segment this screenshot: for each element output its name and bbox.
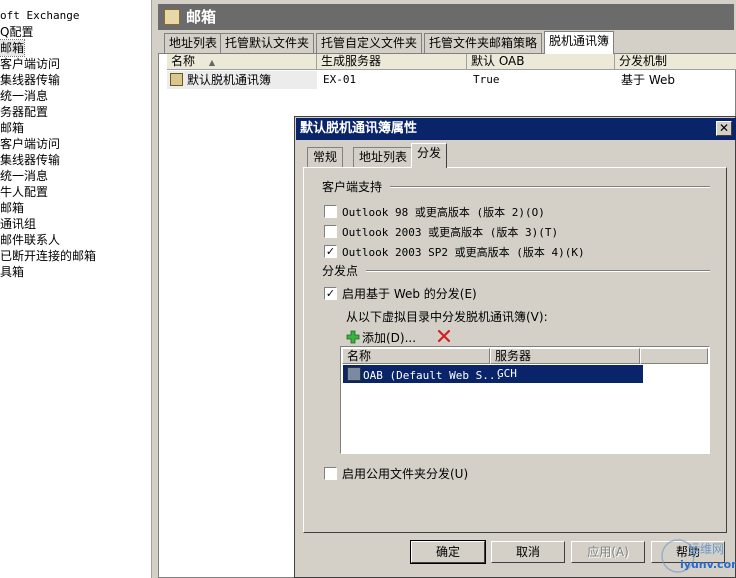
- site-watermark: 运维网 iyunv.com: [660, 534, 736, 578]
- sort-ascending-icon: ▲: [208, 58, 215, 67]
- tree-item[interactable]: 客户端访问: [0, 56, 60, 72]
- tab-address-list[interactable]: 地址列表: [353, 147, 414, 167]
- tab-offline-address-book[interactable]: 脱机通讯簿: [544, 31, 615, 54]
- column-header-server[interactable]: 生成服务器: [317, 54, 467, 70]
- public-folder-label: 启用公用文件夹分发(U): [342, 467, 469, 481]
- list-item-name: OAB (Default Web S...: [363, 369, 503, 382]
- remove-icon[interactable]: [436, 328, 452, 344]
- oab-properties-dialog: 默认脱机通讯簿属性 ✕ 常规 地址列表 分发 客户端支持 Outlook 98 …: [294, 116, 736, 578]
- distribution-panel: 客户端支持 Outlook 98 或更高版本 (版本 2)(O) Outlook…: [303, 167, 727, 533]
- column-name-label: 名称: [171, 54, 196, 68]
- tree-item[interactable]: 通讯组: [0, 216, 36, 232]
- navigation-tree: oft Exchange Q配置 邮箱 客户端访问 集线器传输 统一消息 务器配置 邮箱 客户端…: [0, 0, 152, 578]
- web-distribution-label: 启用基于 Web 的分发(E): [342, 287, 477, 301]
- add-label: 添加(D)...: [362, 331, 417, 345]
- result-pane-title: 邮箱: [186, 8, 217, 26]
- web-distribution-check[interactable]: ✓: [324, 287, 337, 300]
- tree-item[interactable]: 具箱: [0, 264, 24, 280]
- list-column-filler: [640, 348, 708, 364]
- distribution-points-label: 分发点: [322, 264, 359, 278]
- outlook2003-check[interactable]: [324, 225, 337, 238]
- apply-button[interactable]: 应用(A): [571, 541, 645, 563]
- outlook98-check[interactable]: [324, 205, 337, 218]
- tree-item[interactable]: 邮箱: [0, 120, 24, 136]
- add-button[interactable]: 添加(D)...: [346, 328, 417, 345]
- column-header-default-oab[interactable]: 默认 OAB: [467, 54, 615, 70]
- column-header-name[interactable]: 名称 ▲: [167, 54, 317, 70]
- public-folder-check[interactable]: [324, 467, 337, 480]
- tab-managed-folder-policies[interactable]: 托管文件夹邮箱策略: [424, 33, 543, 53]
- outlook2003sp2-label: Outlook 2003 SP2 或更高版本 (版本 4)(K): [342, 246, 585, 259]
- list-item-server: GCH: [497, 367, 517, 380]
- tree-item[interactable]: 已断开连接的邮箱: [0, 248, 96, 264]
- virtual-directory-label: 从以下虚拟目录中分发脱机通讯簿(V):: [346, 310, 548, 324]
- list-column-name[interactable]: 名称: [342, 348, 490, 364]
- row-server: EX-01: [323, 73, 357, 86]
- mailbox-icon: [164, 9, 180, 25]
- column-header-distribution[interactable]: 分发机制: [615, 54, 736, 70]
- checkbox-public-folder[interactable]: 启用公用文件夹分发(U): [324, 466, 468, 482]
- tree-item[interactable]: 统一消息: [0, 88, 48, 104]
- tab-address-lists[interactable]: 地址列表: [164, 33, 223, 53]
- tree-item[interactable]: 牛人配置: [0, 184, 48, 200]
- checkbox-outlook98[interactable]: Outlook 98 或更高版本 (版本 2)(O): [324, 204, 545, 220]
- dialog-title-bar[interactable]: 默认脱机通讯簿属性 ✕: [296, 118, 736, 140]
- tree-item[interactable]: 统一消息: [0, 168, 48, 184]
- cancel-button[interactable]: 取消: [491, 541, 565, 563]
- tab-general[interactable]: 常规: [307, 147, 344, 167]
- checkbox-outlook2003[interactable]: Outlook 2003 或更高版本 (版本 3)(T): [324, 224, 558, 240]
- ok-button[interactable]: 确定: [410, 540, 486, 564]
- tree-item[interactable]: 集线器传输: [0, 72, 60, 88]
- client-support-label: 客户端支持: [322, 180, 383, 194]
- group-divider: [390, 186, 710, 188]
- checkbox-outlook2003sp2[interactable]: ✓ Outlook 2003 SP2 或更高版本 (版本 4)(K): [324, 244, 585, 260]
- tree-item[interactable]: 邮箱: [0, 200, 24, 216]
- checkbox-web-distribution[interactable]: ✓ 启用基于 Web 的分发(E): [324, 286, 477, 302]
- group-divider: [366, 270, 710, 272]
- outlook98-label: Outlook 98 或更高版本 (版本 2)(O): [342, 206, 545, 219]
- address-book-icon: [170, 73, 183, 86]
- tab-managed-custom-folders[interactable]: 托管自定义文件夹: [316, 33, 423, 53]
- watermark-line2: iyunv.com: [680, 558, 736, 571]
- tree-item[interactable]: 客户端访问: [0, 136, 60, 152]
- tree-item[interactable]: Q配置: [0, 24, 33, 40]
- result-pane-header: 邮箱: [158, 4, 734, 30]
- row-name: 默认脱机通讯簿: [187, 73, 272, 87]
- list-column-server[interactable]: 服务器: [490, 348, 640, 364]
- list-item[interactable]: OAB (Default Web S... GCH: [343, 365, 643, 383]
- tree-item[interactable]: 务器配置: [0, 104, 48, 120]
- tree-item[interactable]: 集线器传输: [0, 152, 60, 168]
- tree-item[interactable]: 邮件联系人: [0, 232, 60, 248]
- virtual-directory-list[interactable]: 名称 服务器 OAB (Default Web S... GCH: [340, 346, 710, 454]
- tab-distribution[interactable]: 分发: [411, 143, 448, 168]
- tree-item[interactable]: oft Exchange: [0, 8, 79, 24]
- dialog-title: 默认脱机通讯簿属性: [300, 121, 418, 136]
- row-mechanism: 基于 Web: [621, 73, 675, 87]
- close-icon[interactable]: ✕: [716, 121, 732, 136]
- outlook2003-label: Outlook 2003 或更高版本 (版本 3)(T): [342, 226, 559, 239]
- tab-managed-default-folders[interactable]: 托管默认文件夹: [220, 33, 315, 53]
- add-icon: [346, 330, 360, 344]
- tree-item[interactable]: 邮箱: [0, 39, 26, 57]
- row-default-oab: True: [473, 73, 500, 86]
- web-server-icon: [347, 367, 361, 381]
- outlook2003sp2-check[interactable]: ✓: [324, 245, 337, 258]
- watermark-line1: 运维网: [688, 542, 725, 556]
